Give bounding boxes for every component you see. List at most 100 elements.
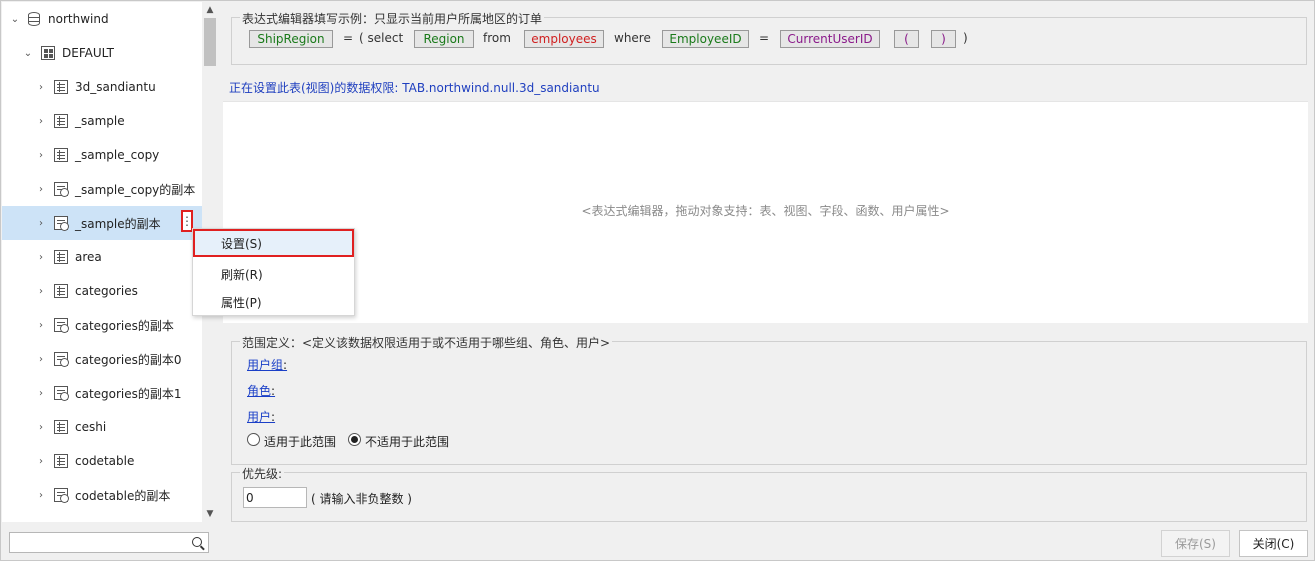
token-function: CurrentUserID xyxy=(780,30,880,48)
scroll-down-icon[interactable]: ▼ xyxy=(202,506,218,522)
chevron-down-icon[interactable]: ⌄ xyxy=(23,48,33,59)
view-icon xyxy=(54,182,69,197)
token-keyword: where xyxy=(614,31,651,45)
menu-item-refresh[interactable]: 刷新(R) xyxy=(193,260,354,288)
tree-node-default[interactable]: ⌄ DEFAULT xyxy=(2,36,202,70)
role-link[interactable]: 角色: xyxy=(247,382,275,399)
schema-icon xyxy=(41,46,55,60)
colon: : xyxy=(271,384,276,398)
chevron-down-icon[interactable]: ⌄ xyxy=(10,14,20,25)
chevron-right-icon[interactable]: › xyxy=(36,354,46,365)
chevron-right-icon[interactable]: › xyxy=(36,150,46,161)
view-icon xyxy=(54,488,69,503)
view-icon xyxy=(54,386,69,401)
expression-editor[interactable]: <表达式编辑器，拖动对象支持：表、视图、字段、函数、用户属性> xyxy=(223,101,1308,323)
token-field: Region xyxy=(414,30,474,48)
tree-item[interactable]: › codetable的副本 xyxy=(2,478,202,512)
scroll-thumb[interactable] xyxy=(204,18,216,66)
tree-item[interactable]: › _sample_copy xyxy=(2,138,202,172)
tree-search[interactable] xyxy=(9,532,209,553)
token-operator: = xyxy=(759,31,770,45)
token-paren: ) xyxy=(963,31,968,45)
view-icon xyxy=(54,352,69,367)
tree-item[interactable]: › categories的副本1 xyxy=(2,376,202,410)
save-button[interactable]: 保存(S) xyxy=(1161,530,1230,557)
tree-item[interactable]: › categories的副本 xyxy=(2,308,202,342)
role-label[interactable]: 角色 xyxy=(247,384,271,398)
view-icon xyxy=(54,318,69,333)
close-button[interactable]: 关闭(C) xyxy=(1239,530,1308,557)
colon: : xyxy=(271,410,276,424)
chevron-right-icon[interactable]: › xyxy=(36,490,46,501)
table-icon xyxy=(54,454,68,468)
table-icon xyxy=(54,80,68,94)
chevron-right-icon[interactable]: › xyxy=(36,218,46,229)
tree-item-label: _sample的副本 xyxy=(75,216,161,231)
chevron-right-icon[interactable]: › xyxy=(36,184,46,195)
tree-item[interactable]: › 3d_sandiantu xyxy=(2,70,202,104)
tree-item[interactable]: › codetable xyxy=(2,444,202,478)
tree-item[interactable]: › area xyxy=(2,240,202,274)
tree-item[interactable]: › _sample xyxy=(2,104,202,138)
chevron-right-icon[interactable]: › xyxy=(36,456,46,467)
menu-item-settings[interactable]: 设置(S) xyxy=(193,229,354,257)
chevron-right-icon[interactable]: › xyxy=(36,422,46,433)
table-icon xyxy=(54,284,68,298)
tree-item-label: categories xyxy=(75,284,138,298)
menu-item-properties[interactable]: 属性(P) xyxy=(193,288,354,316)
scope-legend: 范围定义：<定义该数据权限适用于或不适用于哪些组、角色、用户> xyxy=(240,334,613,351)
colon: : xyxy=(283,358,288,372)
tree-item-label: _sample_copy xyxy=(75,148,160,162)
radio-not-apply-label[interactable]: 不适用于此范围 xyxy=(365,433,449,450)
tree-item-label: categories的副本1 xyxy=(75,386,182,401)
search-input[interactable] xyxy=(10,533,185,552)
tree-item[interactable]: › categories的副本0 xyxy=(2,342,202,376)
permission-target: 正在设置此表(视图)的数据权限: TAB.northwind.null.3d_s… xyxy=(229,81,600,95)
priority-hint: ( 请输入非负整数 ) xyxy=(311,492,412,506)
radio-not-apply-scope[interactable] xyxy=(348,433,361,446)
user-group-label[interactable]: 用户组 xyxy=(247,358,283,372)
tree-node-northwind[interactable]: ⌄ northwind xyxy=(2,2,202,36)
tree-item[interactable]: › categories xyxy=(2,274,202,308)
tree-item-label: 3d_sandiantu xyxy=(75,80,156,94)
token-paren: ( xyxy=(894,30,919,48)
object-tree: ⌄ northwind ⌄ DEFAULT › 3d_sandiantu › _… xyxy=(2,2,202,522)
priority-legend: 优先级: xyxy=(240,465,285,482)
tree-item-label: ceshi xyxy=(75,420,107,434)
tree-node-label: DEFAULT xyxy=(62,46,114,60)
token-paren: ) xyxy=(931,30,956,48)
tree-node-label: northwind xyxy=(48,12,109,26)
table-icon xyxy=(54,114,68,128)
tree-item-label: _sample_copy的副本 xyxy=(75,182,196,197)
editor-placeholder: <表达式编辑器，拖动对象支持：表、视图、字段、函数、用户属性> xyxy=(581,204,950,218)
user-link[interactable]: 用户: xyxy=(247,408,275,425)
chevron-right-icon[interactable]: › xyxy=(36,388,46,399)
chevron-right-icon[interactable]: › xyxy=(36,116,46,127)
tree-item-label: _sample xyxy=(75,114,125,128)
chevron-right-icon[interactable]: › xyxy=(36,286,46,297)
user-group-link[interactable]: 用户组: xyxy=(247,356,287,373)
token-table: employees xyxy=(524,30,604,48)
chevron-right-icon[interactable]: › xyxy=(36,320,46,331)
token-field: EmployeeID xyxy=(662,30,749,48)
tree-item[interactable]: › _sample_copy的副本 xyxy=(2,172,202,206)
chevron-right-icon[interactable]: › xyxy=(36,252,46,263)
table-icon xyxy=(54,148,68,162)
token-keyword: from xyxy=(483,31,511,45)
tree-item-label: codetable xyxy=(75,454,135,468)
radio-apply-label[interactable]: 适用于此范围 xyxy=(264,433,336,450)
database-icon xyxy=(28,12,40,26)
radio-apply-scope[interactable] xyxy=(247,433,260,446)
scroll-up-icon[interactable]: ▲ xyxy=(202,2,218,18)
example-legend: 表达式编辑器填写示例：只显示当前用户所属地区的订单 xyxy=(240,10,545,27)
tree-item-label: categories的副本0 xyxy=(75,352,182,367)
priority-input[interactable]: 0 xyxy=(243,487,307,508)
table-icon xyxy=(54,250,68,264)
tree-item[interactable]: › ceshi xyxy=(2,410,202,444)
token-field: ShipRegion xyxy=(249,30,333,48)
chevron-right-icon[interactable]: › xyxy=(36,82,46,93)
view-icon xyxy=(54,216,69,231)
tree-item-selected[interactable]: › _sample的副本 ⋮ xyxy=(2,206,202,240)
search-icon[interactable] xyxy=(192,537,202,547)
user-label[interactable]: 用户 xyxy=(247,410,271,424)
